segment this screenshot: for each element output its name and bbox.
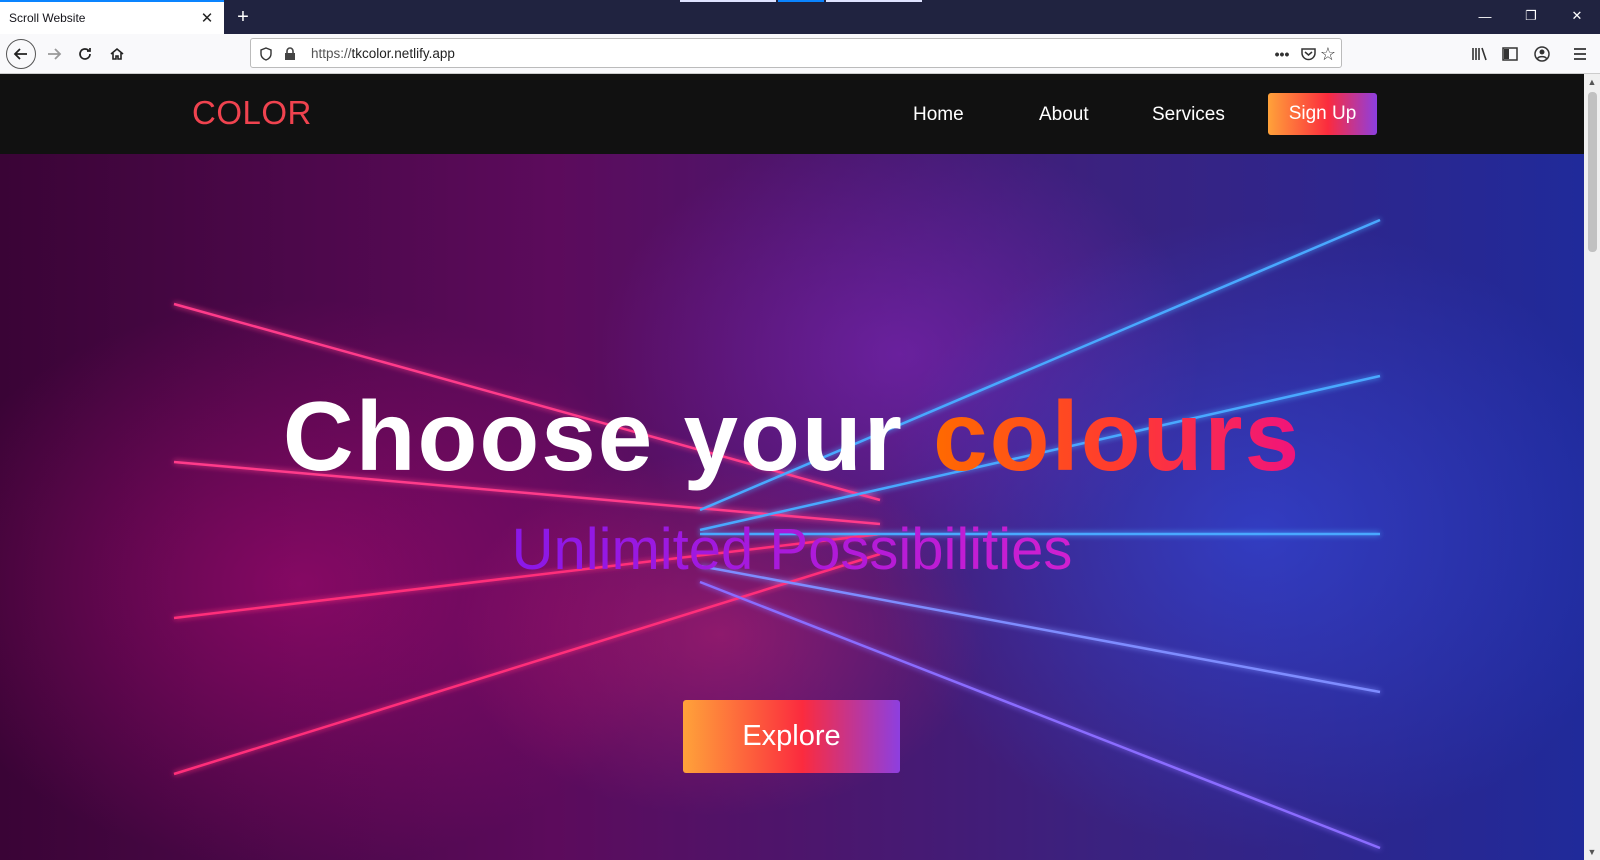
minimize-icon[interactable]: —: [1462, 0, 1508, 32]
forward-icon[interactable]: [40, 40, 68, 68]
restore-icon[interactable]: ❐: [1508, 0, 1554, 32]
page-viewport: COLOR Home About Services Sign Up Choose…: [0, 74, 1584, 860]
browser-toolbar: https://tkcolor.netlify.app ••• ☆: [0, 34, 1600, 74]
tab-drag-indicator-active: [778, 0, 824, 2]
window-controls: — ❐ ✕: [1462, 0, 1600, 32]
browser-tab[interactable]: Scroll Website ✕: [0, 0, 224, 34]
nav-home-link[interactable]: Home: [913, 104, 964, 126]
close-tab-icon[interactable]: ✕: [194, 5, 220, 31]
url-text[interactable]: https://tkcolor.netlify.app: [311, 46, 455, 61]
tab-title: Scroll Website: [9, 11, 86, 25]
site-logo[interactable]: COLOR: [192, 94, 312, 132]
library-icon[interactable]: [1466, 40, 1494, 68]
lock-icon[interactable]: [279, 43, 301, 65]
headline-main-text: Choose your: [282, 381, 904, 491]
menu-icon[interactable]: [1566, 40, 1594, 68]
url-bar[interactable]: https://tkcolor.netlify.app ••• ☆: [250, 38, 1342, 68]
scroll-down-arrow-icon[interactable]: ▼: [1587, 847, 1597, 857]
tab-drag-indicator: [826, 0, 922, 2]
site-header: COLOR Home About Services Sign Up: [0, 74, 1584, 154]
hero-tagline: Unlimited Possibilities: [0, 516, 1584, 583]
tagline-text: Unlimited Possibilities: [511, 517, 1073, 582]
browser-tab-bar: Scroll Website ✕ + — ❐ ✕: [0, 0, 1600, 34]
page-actions-icon[interactable]: •••: [1271, 43, 1293, 65]
pocket-icon[interactable]: [1297, 43, 1319, 65]
nav-services-link[interactable]: Services: [1152, 104, 1225, 126]
hero-headline: Choose your colours: [0, 380, 1584, 493]
tab-drag-indicator: [680, 0, 776, 2]
reload-icon[interactable]: [71, 40, 99, 68]
bookmark-star-icon[interactable]: ☆: [1317, 43, 1339, 65]
home-icon[interactable]: [103, 40, 131, 68]
tracking-shield-icon[interactable]: [255, 43, 277, 65]
scroll-up-arrow-icon[interactable]: ▲: [1587, 77, 1597, 87]
headline-accent-text: colours: [933, 381, 1302, 491]
signup-button[interactable]: Sign Up: [1268, 93, 1377, 135]
hero-section: Choose your colours Unlimited Possibilit…: [0, 154, 1584, 860]
account-icon[interactable]: [1528, 40, 1556, 68]
back-icon[interactable]: [6, 39, 36, 69]
explore-button[interactable]: Explore: [683, 700, 900, 773]
new-tab-icon[interactable]: +: [230, 4, 256, 30]
sidebar-icon[interactable]: [1496, 40, 1524, 68]
page-scrollbar[interactable]: ▲ ▼: [1584, 74, 1600, 860]
nav-about-link[interactable]: About: [1039, 104, 1089, 126]
url-scheme: https://: [311, 46, 352, 61]
url-host: tkcolor.netlify.app: [351, 46, 455, 61]
close-window-icon[interactable]: ✕: [1554, 0, 1600, 32]
scroll-thumb[interactable]: [1588, 92, 1597, 252]
